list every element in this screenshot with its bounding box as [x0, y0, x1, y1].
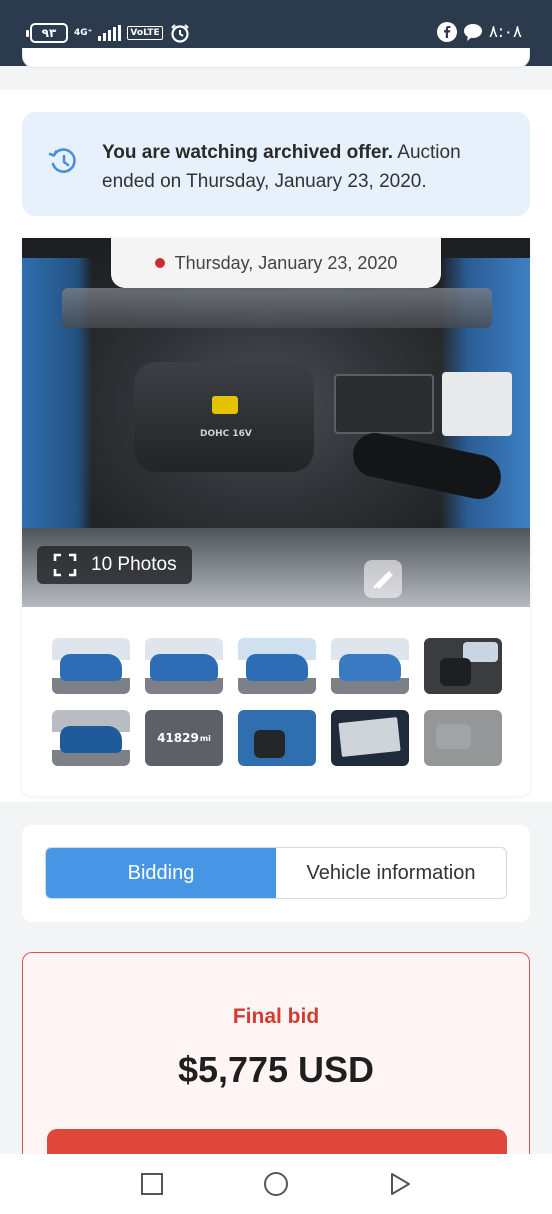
photo-card: DOHC 16V Thursday, January 23, 2020 10 P… [22, 238, 530, 796]
tabs-card: Bidding Vehicle information [22, 825, 530, 922]
notice-text: You are watching archived offer. Auction… [102, 138, 512, 196]
final-bid-label: Final bid [232, 1005, 320, 1028]
tab-vehicle-information[interactable]: Vehicle information [276, 848, 506, 898]
thumbnail-2[interactable] [145, 638, 223, 694]
tab-group: Bidding Vehicle information [45, 847, 507, 899]
chat-icon [463, 24, 482, 41]
square-recents-icon [141, 1173, 163, 1195]
fullscreen-icon [53, 553, 77, 577]
thumbnail-grid: 41829 mi [52, 638, 502, 766]
odometer-value: 41829 [157, 731, 199, 745]
final-bid-value: $5,775 USD [177, 1049, 375, 1090]
facebook-icon [436, 22, 457, 42]
status-dot-icon [154, 258, 165, 268]
photos-count-label: 10 Photos [91, 554, 177, 575]
recents-button[interactable] [132, 1164, 172, 1204]
signal-icon [98, 25, 122, 41]
archived-notice: You are watching archived offer. Auction… [22, 112, 530, 216]
triangle-back-icon [391, 1173, 410, 1195]
battery-level: ٩٣ [41, 26, 57, 40]
status-left: ٩٣ 4G⁺ VoLTE [26, 22, 191, 44]
alarm-icon [170, 24, 189, 43]
odometer-unit: mi [199, 733, 211, 743]
clock: ٨:٠٨ [488, 22, 522, 42]
thumbnail-odometer[interactable]: 41829 mi [145, 710, 223, 766]
battery-icon: ٩٣ [26, 23, 68, 43]
volte-badge: VoLTE [127, 26, 163, 40]
auction-date: Thursday, January 23, 2020 [174, 252, 398, 273]
thumbnail-3[interactable] [238, 638, 316, 694]
back-button[interactable] [380, 1164, 420, 1204]
status-right: ٨:٠٨ [436, 22, 522, 42]
main-photo[interactable]: DOHC 16V Thursday, January 23, 2020 10 P… [22, 238, 530, 607]
system-nav-bar [0, 1154, 552, 1214]
thumbnail-4[interactable] [331, 638, 409, 694]
watermark-logo-icon [364, 560, 402, 598]
thumbnail-6[interactable] [52, 710, 130, 766]
home-button[interactable] [256, 1164, 296, 1204]
thumbnail-8[interactable] [238, 710, 316, 766]
auction-date-pill: Thursday, January 23, 2020 [111, 238, 441, 288]
network-type: 4G⁺ [74, 27, 93, 38]
photos-count-button[interactable]: 10 Photos [37, 546, 192, 584]
notice-bold: You are watching archived offer. [102, 142, 394, 163]
history-icon [48, 148, 76, 173]
thumbnail-1[interactable] [52, 638, 130, 694]
thumbnail-10[interactable] [424, 710, 502, 766]
thumbnail-9[interactable] [331, 710, 409, 766]
previous-card-edge [22, 48, 530, 68]
thumbnail-5[interactable] [424, 638, 502, 694]
circle-home-icon [264, 1172, 288, 1196]
tab-bidding[interactable]: Bidding [46, 848, 276, 898]
